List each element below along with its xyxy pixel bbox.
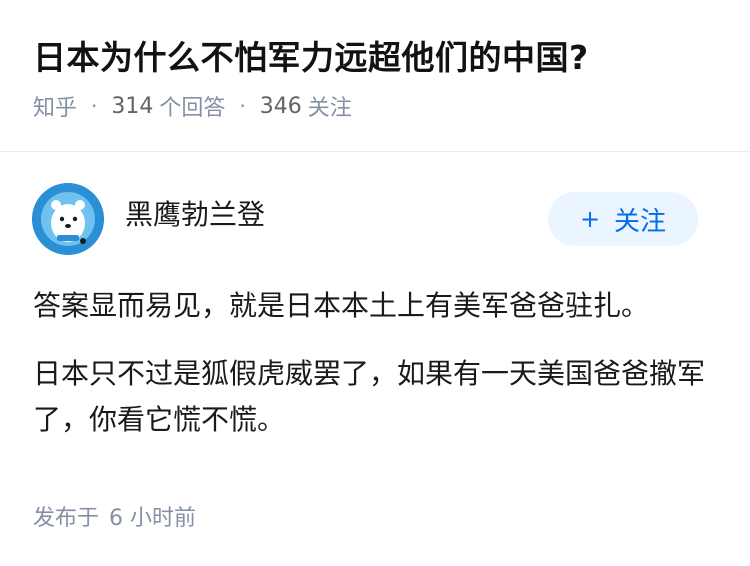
follower-count: 346 [259,93,302,119]
divider [0,151,750,152]
avatar-image [32,183,104,255]
answer-paragraph: 日本只不过是狐假虎威罢了，如果有一天美国爸爸撤军了，你看它慌不慌。 [33,357,706,436]
answer-content: 答案显而易见，就是日本本土上有美军爸爸驻扎。 日本只不过是狐假虎威罢了，如果有一… [33,283,720,465]
answer-paragraph: 答案显而易见，就是日本本土上有美军爸爸驻扎。 [33,289,650,322]
question-title[interactable]: 日本为什么不怕军力远超他们的中国? [33,36,730,80]
plus-icon: + [579,205,601,233]
source-label[interactable]: 知乎 [33,90,77,122]
avatar[interactable] [32,183,104,255]
follow-button-label: 关注 [614,206,667,237]
follower-count-label: 关注 [307,96,352,121]
answer-count: 314 [111,93,154,119]
publish-info[interactable]: 发布于 6 小时前 [33,500,196,532]
separator-dot: · [91,94,98,118]
author-name[interactable]: 黑鹰勃兰登 [125,193,265,233]
question-meta: 知乎 · 314 个回答 · 346 关注 [33,90,730,122]
publish-prefix: 发布于 [33,506,100,531]
question-header: 日本为什么不怕军力远超他们的中国? 知乎 · 314 个回答 · 346 关注 [33,36,730,122]
answer-count-label[interactable]: 个回答 [159,90,225,122]
publish-time: 6 小时前 [109,506,197,531]
separator-dot: · [239,94,246,118]
follow-button[interactable]: + 关注 [548,192,698,246]
author-row: 黑鹰勃兰登 + 关注 [32,183,698,255]
